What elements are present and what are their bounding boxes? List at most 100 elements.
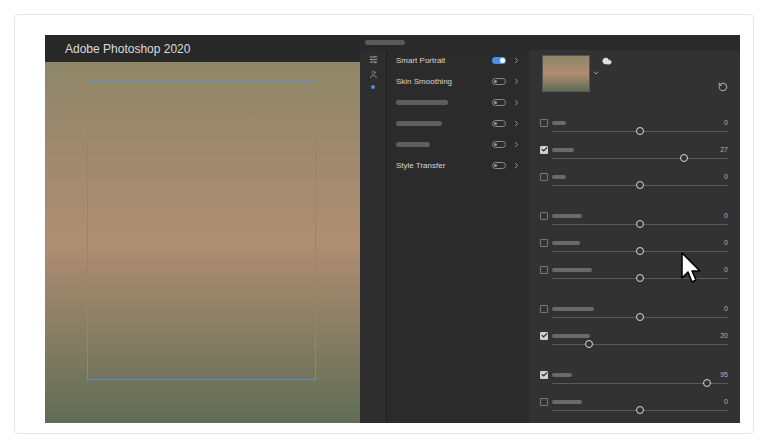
slider-track[interactable] <box>552 379 728 387</box>
toggle-knob <box>494 101 497 104</box>
chevron-down-icon[interactable] <box>592 69 600 77</box>
toggle-knob <box>494 143 497 146</box>
slider-label-placeholder <box>552 175 566 179</box>
slider-thumb[interactable] <box>636 313 644 321</box>
checkbox[interactable] <box>540 173 548 181</box>
icon-column <box>360 50 387 423</box>
chevron-right-icon[interactable] <box>512 98 521 107</box>
face-thumbnail[interactable] <box>542 55 590 92</box>
slider-row: 0 <box>529 396 740 423</box>
slider-label-placeholder <box>552 400 582 404</box>
filter-row[interactable]: Style Transfer <box>387 155 529 176</box>
slider-label-placeholder <box>552 214 582 218</box>
toggle-switch[interactable] <box>492 57 506 64</box>
panel-header <box>529 50 740 117</box>
slider-thumb[interactable] <box>703 379 711 387</box>
slider-row: 0 <box>529 264 740 291</box>
slider-track[interactable] <box>552 220 728 228</box>
slider-row: 27 <box>529 144 740 171</box>
slider-thumb[interactable] <box>680 154 688 162</box>
slider-track[interactable] <box>552 274 728 282</box>
chevron-right-icon[interactable] <box>512 77 521 86</box>
slider-track[interactable] <box>552 340 728 348</box>
checkbox[interactable] <box>540 332 548 340</box>
slider-value: 0 <box>724 398 728 405</box>
settings-panel: 0270000020950 <box>529 50 740 423</box>
filter-row[interactable]: Smart Portrait <box>387 50 529 71</box>
slider-thumb[interactable] <box>636 274 644 282</box>
slider-group: 0 27 0 <box>529 117 740 198</box>
title-bar: Adobe Photoshop 2020 <box>45 35 360 62</box>
slider-value: 0 <box>724 239 728 246</box>
toggle-switch[interactable] <box>492 162 506 169</box>
filter-label: Style Transfer <box>396 162 445 170</box>
slider-thumb[interactable] <box>636 406 644 414</box>
slider-track[interactable] <box>552 127 728 135</box>
checkbox[interactable] <box>540 212 548 220</box>
check-icon <box>541 371 548 378</box>
filters-icon[interactable] <box>369 55 378 64</box>
slider-value: 0 <box>724 266 728 273</box>
slider-value: 27 <box>720 146 728 153</box>
chevron-right-icon[interactable] <box>512 140 521 149</box>
slider-track[interactable] <box>552 154 728 162</box>
chevron-right-icon[interactable] <box>512 56 521 65</box>
slider-track[interactable] <box>552 181 728 189</box>
filter-placeholder <box>396 142 430 147</box>
slider-group: 950 <box>529 369 740 423</box>
chevron-right-icon[interactable] <box>512 119 521 128</box>
slider-thumb[interactable] <box>636 220 644 228</box>
slider-thumb[interactable] <box>585 340 593 348</box>
slider-thumb[interactable] <box>636 181 644 189</box>
filter-label: Smart Portrait <box>396 57 445 65</box>
filter-row[interactable]: Skin Smoothing <box>387 71 529 92</box>
toggle-switch[interactable] <box>492 78 506 85</box>
filter-row[interactable] <box>387 134 529 155</box>
cloud-icon[interactable] <box>602 56 612 66</box>
slider-value: 0 <box>724 212 728 219</box>
toggle-knob <box>500 58 505 63</box>
checkbox[interactable] <box>540 398 548 406</box>
photoshop-window: Adobe Photoshop 2020 Smart Portrait Skin S… <box>45 35 740 423</box>
toggle-knob <box>494 80 497 83</box>
slider-thumb[interactable] <box>636 127 644 135</box>
checkbox[interactable] <box>540 239 548 247</box>
slider-track[interactable] <box>552 406 728 414</box>
cursor-icon <box>681 252 703 284</box>
slider-track[interactable] <box>552 247 728 255</box>
slider-label-placeholder <box>552 148 574 152</box>
check-icon <box>541 332 548 339</box>
slider-row: 20 <box>529 330 740 357</box>
slider-label-placeholder <box>552 307 594 311</box>
page: Adobe Photoshop 2020 Smart Portrait Skin S… <box>0 0 768 448</box>
checkbox[interactable] <box>540 119 548 127</box>
filter-row[interactable] <box>387 113 529 134</box>
filter-list: Smart Portrait Skin Smoothing Style Transf… <box>387 50 529 423</box>
slider-row: 0 <box>529 210 740 237</box>
dot-icon[interactable] <box>371 85 375 89</box>
slider-thumb[interactable] <box>636 247 644 255</box>
chevron-right-icon[interactable] <box>512 161 521 170</box>
toggle-switch[interactable] <box>492 120 506 127</box>
checkbox[interactable] <box>540 371 548 379</box>
checkbox[interactable] <box>540 305 548 313</box>
filter-row[interactable] <box>387 92 529 113</box>
card: Adobe Photoshop 2020 Smart Portrait Skin S… <box>14 14 754 434</box>
toggle-switch[interactable] <box>492 99 506 106</box>
toggle-switch[interactable] <box>492 141 506 148</box>
slider-row: 95 <box>529 369 740 396</box>
slider-row: 0 <box>529 303 740 330</box>
checkbox[interactable] <box>540 266 548 274</box>
slider-value: 0 <box>724 119 728 126</box>
slider-label-placeholder <box>552 373 572 377</box>
slider-value: 0 <box>724 173 728 180</box>
slider-label-placeholder <box>552 241 580 245</box>
slider-group: 0 0 0 <box>529 210 740 291</box>
checkbox[interactable] <box>540 146 548 154</box>
slider-track[interactable] <box>552 313 728 321</box>
person-icon[interactable] <box>369 70 378 79</box>
slider-row: 0 <box>529 117 740 144</box>
tab-pill[interactable] <box>365 40 405 45</box>
reset-icon[interactable] <box>718 82 728 92</box>
toggle-knob <box>494 164 497 167</box>
